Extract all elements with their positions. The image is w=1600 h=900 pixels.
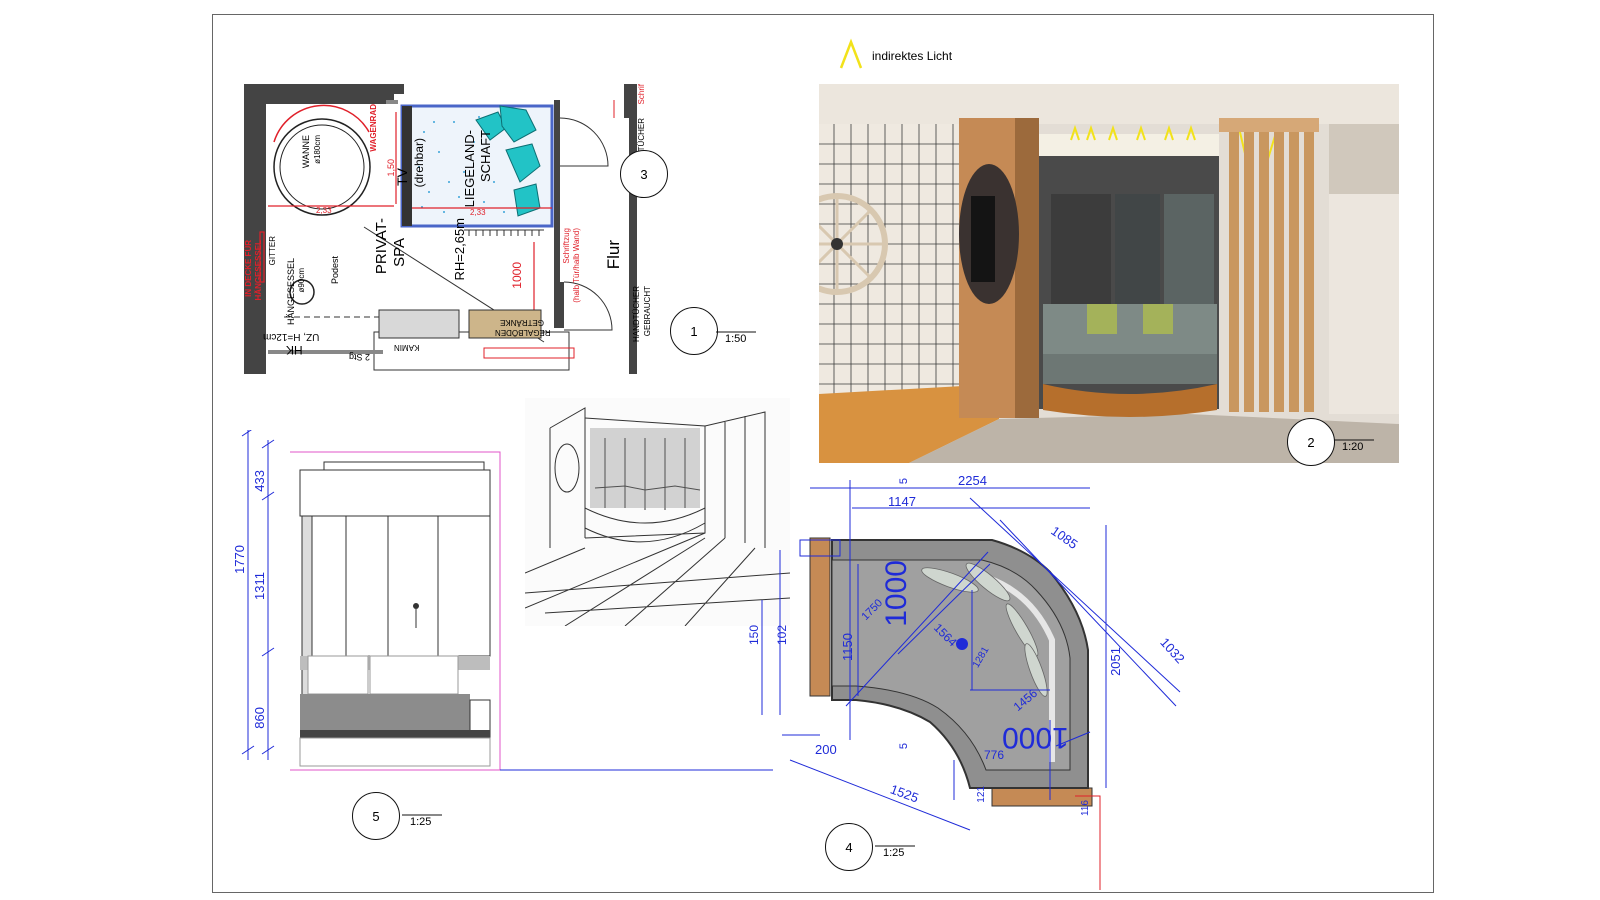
liegelandschaft-label-2: SCHAFT: [478, 130, 493, 182]
drehbar-label: (drehbar): [412, 138, 426, 188]
indirect-light-symbol-icon: [839, 38, 863, 69]
dim-1000-label: 1000: [510, 262, 524, 289]
plan4-dim-150: 150: [747, 625, 761, 646]
schriftzug-label: Schriftzug: [562, 228, 571, 264]
elev-dim-1311: 1311: [252, 572, 267, 600]
privat-spa-label-1: PRIVAT-: [373, 218, 390, 275]
gitter-label: GITTER: [268, 236, 277, 266]
scale-5-label: 1:25: [410, 816, 432, 828]
plan4-dim-2051: 2051: [1108, 647, 1123, 676]
handtuecher-label-1: HANDTÜCHER: [632, 286, 641, 342]
wanne-label: WANNE: [301, 135, 311, 169]
schriftzug-sub-label: (halb Tür/halb Wand): [572, 228, 581, 303]
stairs-label: 2 Stg: [349, 352, 371, 362]
wanne-dim-label: ø180cm: [313, 135, 322, 164]
plan4-dim-116: 116: [1080, 800, 1091, 816]
getraenke-label: GETRÄNKE: [500, 318, 545, 327]
plan4-dim-5-top: 5: [898, 478, 910, 485]
privat-spa-label-2: SPA: [391, 238, 408, 267]
scale-1-label: 1:50: [725, 333, 747, 345]
elevation-5: [241, 430, 773, 771]
regalboeden-label: REGALBÖDEN: [495, 328, 551, 337]
view-callout-1: 1: [670, 307, 718, 355]
schrif-label: Schrif: [637, 84, 646, 105]
plan4-dim-1150: 1150: [840, 633, 855, 661]
podest-label: Podest: [330, 256, 340, 285]
haengesessel-label: HÄNGESESSEL: [286, 258, 296, 326]
hk-label: HK: [286, 343, 303, 357]
view-callout-4: 4: [825, 823, 873, 871]
kamin-label: KAMIN: [394, 343, 420, 352]
legend-indirect-light-label: indirektes Licht: [872, 49, 953, 63]
elev-dim-433: 433: [252, 470, 267, 492]
flur-label: Flur: [604, 240, 623, 270]
plan4-dim-102: 102: [775, 625, 789, 646]
elev-dim-1770: 1770: [232, 545, 247, 574]
scale-underline: [875, 845, 915, 847]
decke-label-1: IN DECKE FÜR: [244, 240, 253, 297]
plan4-dim-200: 200: [815, 742, 837, 757]
plan4-dim-5-bottom: 5: [898, 743, 910, 750]
dim-150-label: 1,50: [386, 159, 396, 177]
scale-underline: [716, 331, 756, 333]
section-callout-3: 3: [620, 150, 668, 198]
wagenrad-label: WAGENRAD: [369, 104, 378, 152]
view-callout-2: 2: [1287, 418, 1335, 466]
scale-underline: [1334, 439, 1374, 441]
plan4-dim-776: 776: [984, 748, 1005, 762]
dim-233b-label: 2,33: [470, 208, 486, 217]
liegelandschaft-label-1: LIEGELAND-: [462, 130, 477, 208]
scale-4-label: 1:25: [883, 847, 905, 859]
plan4-dim-1000-vertical: 1000: [880, 560, 913, 627]
room-height-label: RH=2,65m: [452, 218, 467, 281]
plan4-dim-121: 121: [976, 786, 987, 803]
interior-render-2: [819, 84, 1399, 463]
plan4-dim-1000-horizontal: 1000: [1002, 721, 1069, 754]
haengesessel-dim-label: ø90cm: [297, 268, 306, 293]
plan4-dim-2254: 2254: [958, 473, 987, 488]
handtuecher-label-2: GEBRAUCHT: [643, 286, 652, 337]
elev-dim-860: 860: [252, 707, 267, 729]
seating-plan-4: [761, 480, 1181, 890]
scale-underline: [402, 814, 442, 816]
tuecher-label: TÜCHER: [637, 118, 646, 152]
dim-233a-label: 2,33: [316, 206, 332, 215]
view-callout-5: 5: [352, 792, 400, 840]
scale-2-label: 1:20: [1342, 441, 1364, 453]
decke-label-2: HÄNGESESSEL: [254, 240, 263, 301]
tv-label: TV: [394, 168, 410, 186]
plan4-dim-1147: 1147: [888, 494, 916, 509]
uz-label: UZ, H=12cm: [263, 331, 320, 342]
